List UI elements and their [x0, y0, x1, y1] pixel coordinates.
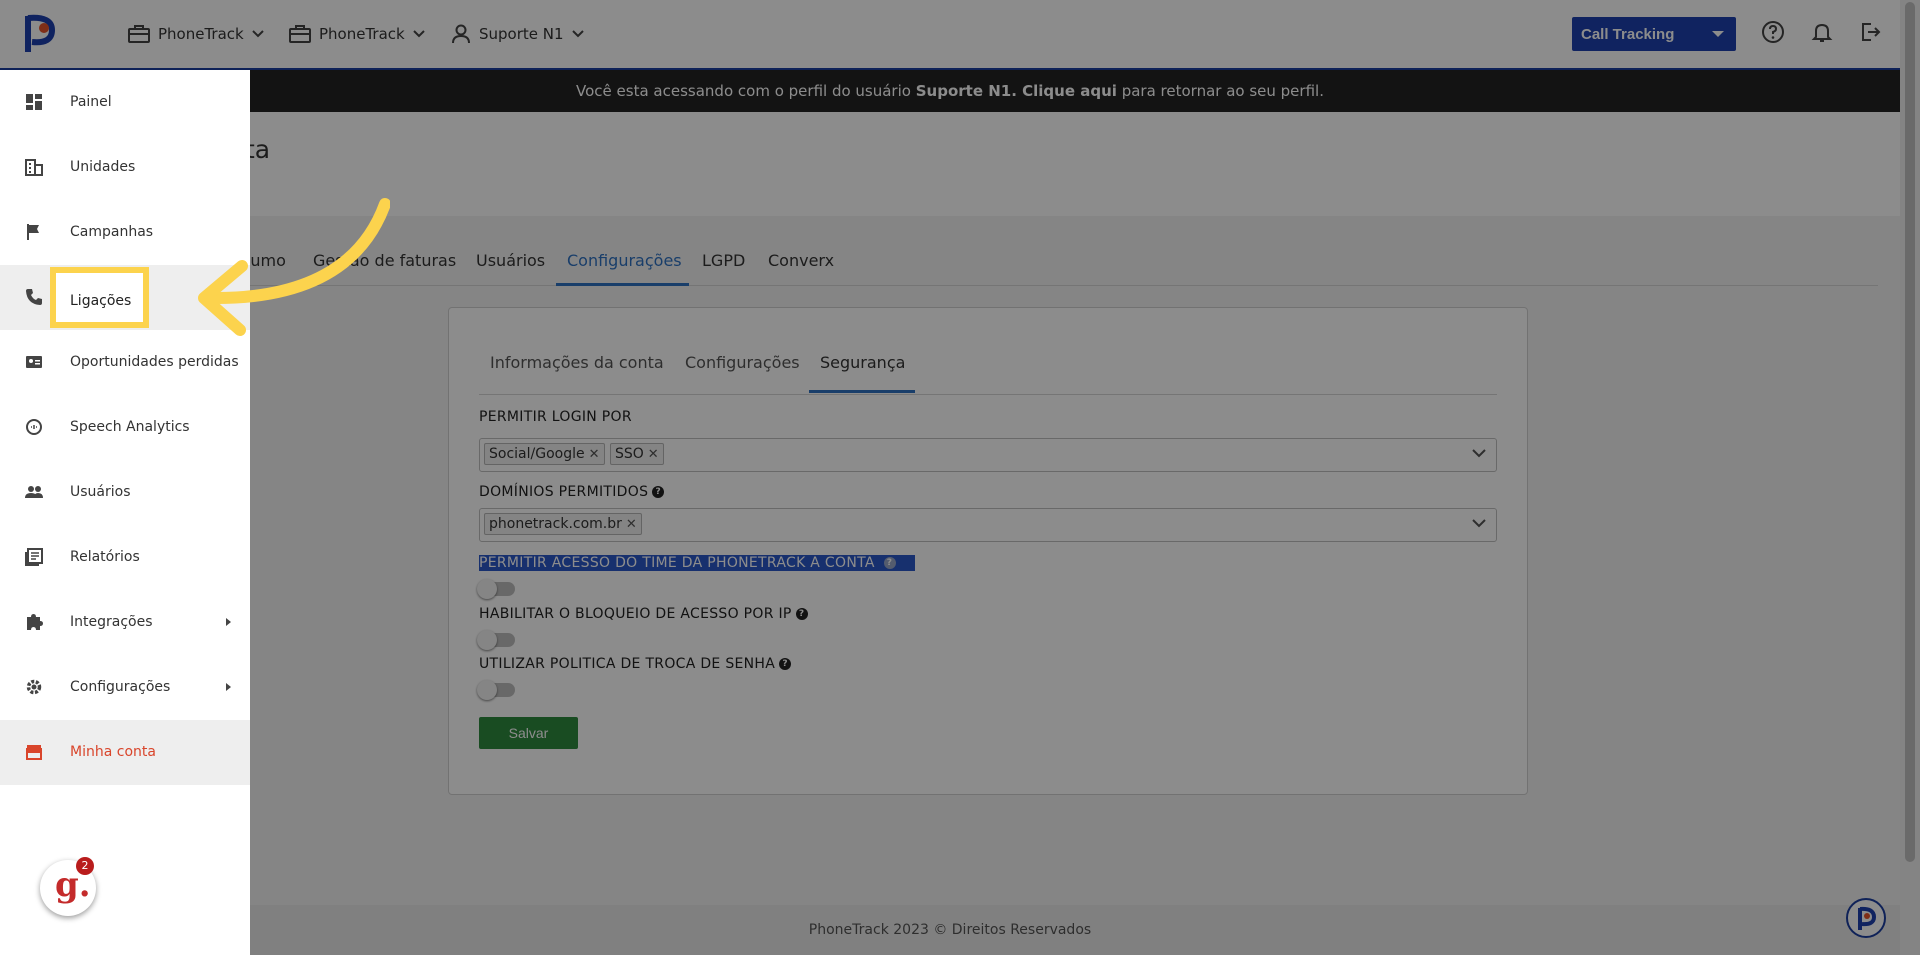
sidebar-item-configuracoes[interactable]: Configurações — [0, 655, 250, 720]
sidebar-item-label: Unidades — [70, 159, 136, 175]
sidebar-item-integracoes[interactable]: Integrações — [0, 590, 250, 655]
store-icon — [26, 745, 42, 760]
sidebar-item-label: Painel — [70, 94, 112, 110]
building-icon — [25, 159, 43, 176]
speech-icon — [26, 419, 42, 435]
gear-icon — [26, 679, 42, 695]
sidebar-item-label: Relatórios — [70, 549, 140, 565]
dashboard-icon — [26, 94, 42, 110]
caret-right-icon — [226, 618, 231, 626]
sidebar-item-label: Minha conta — [70, 744, 156, 760]
sidebar-item-label: Oportunidades perdidas — [70, 354, 239, 370]
modal-overlay[interactable] — [0, 0, 1920, 955]
contact-card-icon — [26, 356, 42, 368]
sidebar-item-painel[interactable]: Painel — [0, 70, 250, 135]
sidebar-item-label: Campanhas — [70, 224, 154, 240]
highlight-label: Ligações — [70, 293, 132, 309]
reports-icon — [25, 548, 43, 566]
sidebar-item-speech[interactable]: Speech Analytics — [0, 395, 250, 460]
tutorial-highlight-ligacoes[interactable]: Ligações — [50, 267, 149, 328]
tutorial-arrow-icon — [198, 198, 390, 336]
sidebar-item-label: Usuários — [70, 484, 131, 500]
sidebar-item-usuarios[interactable]: Usuários — [0, 460, 250, 525]
sidebar-item-label: Integrações — [70, 614, 153, 630]
phone-icon — [26, 289, 42, 305]
gamification-badge[interactable]: g. 2 — [40, 857, 96, 916]
puzzle-icon — [27, 614, 43, 630]
flag-icon — [27, 224, 39, 240]
sidebar-item-label: Speech Analytics — [70, 419, 190, 435]
sidebar-item-relatorios[interactable]: Relatórios — [0, 525, 250, 590]
caret-right-icon — [226, 683, 231, 691]
sidebar-item-minha-conta[interactable]: Minha conta — [0, 720, 250, 785]
sidebar-item-label: Configurações — [70, 679, 171, 695]
badge-count: 2 — [76, 857, 94, 875]
users-icon — [25, 486, 43, 498]
